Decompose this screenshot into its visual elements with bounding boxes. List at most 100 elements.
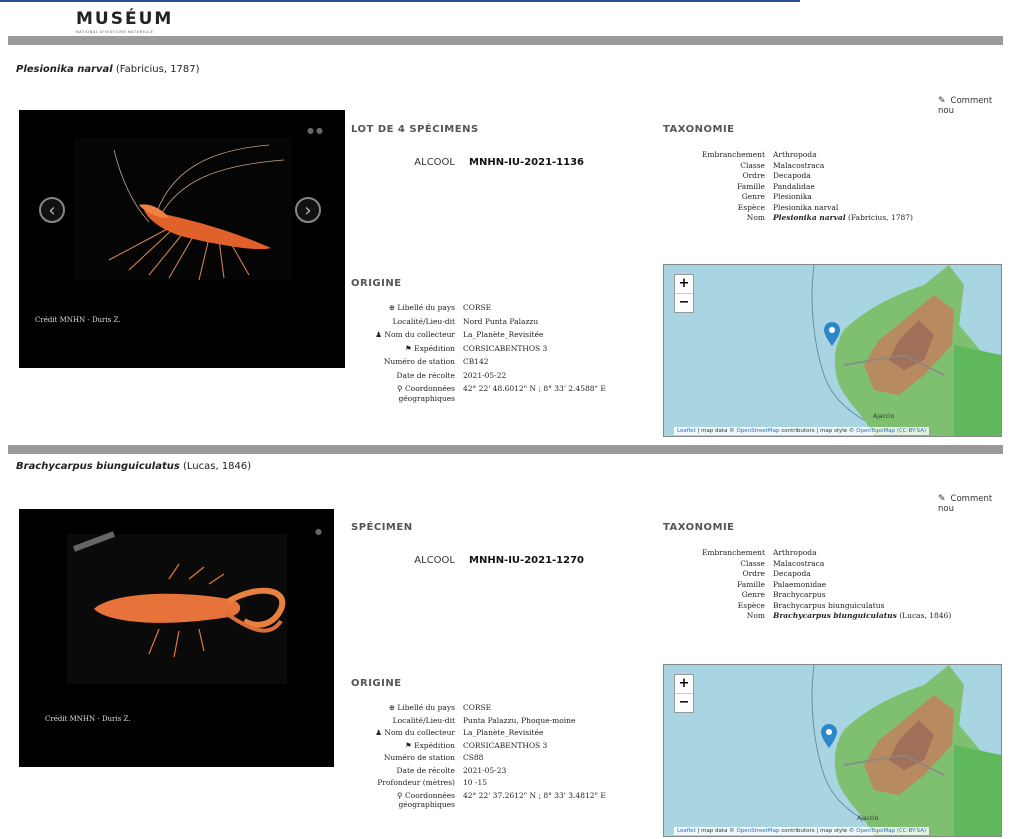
leaflet-link[interactable]: Leaflet — [677, 828, 696, 834]
value-expedition[interactable]: CORSICABENTHOS 3 — [463, 344, 606, 358]
comment-label: Comment nou — [938, 96, 993, 116]
lot-title: SPÉCIMEN — [351, 522, 413, 533]
label-date: Date de récolte — [396, 370, 455, 380]
value-family: Palaemonidae — [773, 579, 827, 589]
location-map[interactable]: + − Ajaccio Leaflet | map data © OpenStr… — [663, 264, 1002, 437]
logo-text: MUSÉUM — [76, 9, 174, 29]
value-genus[interactable]: Plesionika — [773, 192, 913, 203]
label-coords: Coordonnées géographiques — [398, 384, 455, 403]
value-class: Malacostraca — [773, 160, 825, 170]
label-locality: Localité/Lieu-dit — [392, 715, 455, 725]
species-name: Brachycarpus biunguiculatus — [16, 461, 180, 472]
value-country[interactable]: CORSE — [463, 703, 606, 716]
map-attribution: Leaflet | map data © OpenStreetMap contr… — [674, 427, 930, 435]
value-country[interactable]: CORSE — [463, 303, 606, 317]
label-species: Espèce — [737, 202, 765, 212]
map-city-label: Ajaccio — [857, 815, 879, 822]
lot-id[interactable]: MNHN-IU-2021-1270 — [469, 555, 584, 566]
zoom-out-button[interactable]: − — [675, 294, 693, 312]
label-species: Espèce — [737, 600, 765, 610]
map-attribution: Leaflet | map data © OpenStreetMap contr… — [674, 827, 930, 835]
photo-carousel[interactable]: ‹ › ●● Crédit MNHN - Duris Z. — [19, 110, 345, 368]
value-species[interactable]: Plesionika narval — [773, 203, 913, 214]
map-marker-icon[interactable] — [824, 322, 840, 346]
carousel-dots[interactable]: ● — [315, 527, 324, 536]
osm-link[interactable]: OpenStreetMap — [736, 828, 779, 834]
photo-credit: Crédit MNHN - Duris Z. — [35, 316, 121, 324]
label-class: Classe — [740, 558, 765, 568]
license-link[interactable]: (CC-BY-SA) — [895, 428, 926, 434]
label-class: Classe — [740, 160, 765, 170]
photo-credit: Crédit MNHN - Duris Z. — [45, 715, 131, 723]
value-date: 2021-05-23 — [463, 765, 507, 775]
map-pin-icon: ⚲ — [397, 384, 405, 393]
zoom-out-button[interactable]: − — [675, 694, 693, 712]
carousel-dots[interactable]: ●● — [307, 126, 325, 135]
lot-type: ALCOOL — [414, 555, 455, 566]
value-order: Decapoda — [773, 171, 811, 180]
zoom-in-button[interactable]: + — [675, 675, 693, 694]
taxonomy-table: Embranchement Arthropoda Classe Malacostra… — [663, 150, 913, 224]
leaflet-link[interactable]: Leaflet — [677, 428, 696, 434]
label-family: Famille — [737, 181, 765, 191]
logo-subtext: NATIONAL D'HISTOIRE NATURELLE — [76, 30, 154, 34]
chevron-left-icon[interactable]: ‹ — [39, 197, 65, 223]
label-collector: Nom du collecteur — [384, 728, 455, 737]
value-coords: 42° 22' 37.2612" N ; 8° 33' 3.4812" E — [463, 790, 606, 800]
label-collector: Nom du collecteur — [384, 330, 455, 339]
photo-carousel[interactable]: ● Crédit MNHN - Duris Z. — [19, 509, 334, 767]
label-phylum: Embranchement — [701, 548, 765, 557]
otm-link[interactable]: OpenTopoMap — [856, 428, 895, 434]
label-locality: Localité/Lieu-dit — [392, 316, 455, 326]
lot-title: LOT DE 4 SPÉCIMENS — [351, 124, 479, 135]
value-expedition[interactable]: CORSICABENTHOS 3 — [463, 741, 606, 754]
value-genus[interactable]: Brachycarpus — [773, 590, 951, 601]
pencil-icon: ✎ — [938, 96, 946, 106]
value-station[interactable]: CS88 — [463, 753, 606, 766]
label-country: Libellé du pays — [397, 303, 455, 312]
label-station: Numéro de station — [383, 753, 455, 762]
origin-title: ORIGINE — [351, 678, 402, 689]
value-collector[interactable]: La_Planète_Revisitée — [463, 728, 606, 741]
value-coords: 42° 22' 48.6012" N ; 8° 33' 2.4588" E — [463, 384, 606, 393]
map-pin-icon: ⚲ — [397, 790, 405, 800]
value-collector[interactable]: La_Planète_Revisitée — [463, 330, 606, 344]
map-zoom-control[interactable]: + − — [674, 674, 694, 713]
attr-text-2: contributors | map style © — [779, 428, 857, 434]
species-title: Plesionika narval (Fabricius, 1787) — [16, 64, 200, 75]
lot-id[interactable]: MNHN-IU-2021-1136 — [469, 157, 584, 168]
osm-link[interactable]: OpenStreetMap — [736, 428, 779, 434]
comment-link[interactable]: ✎ Comment nou — [938, 96, 1010, 116]
value-date: 2021-05-22 — [463, 370, 507, 380]
value-station[interactable]: CB142 — [463, 357, 606, 371]
specimen-photo — [67, 531, 287, 684]
label-station: Numéro de station — [383, 357, 455, 366]
label-genus: Genre — [741, 192, 765, 201]
value-family: Pandalidae — [773, 181, 815, 191]
value-depth: 10 -15 — [463, 778, 488, 787]
zoom-in-button[interactable]: + — [675, 275, 693, 294]
taxonomy-table: Embranchement Arthropoda Classe Malacostra… — [663, 548, 951, 622]
chevron-right-icon[interactable]: › — [295, 197, 321, 223]
otm-link[interactable]: OpenTopoMap — [856, 828, 895, 834]
value-order: Decapoda — [773, 569, 811, 578]
origin-title: ORIGINE — [351, 278, 402, 289]
museum-logo[interactable]: MUSÉUM NATIONAL D'HISTOIRE NATURELLE — [76, 9, 173, 34]
license-link[interactable]: (CC-BY-SA) — [895, 828, 926, 834]
label-genus: Genre — [741, 590, 765, 599]
label-order: Ordre — [742, 171, 765, 180]
species-author: (Fabricius, 1787) — [115, 64, 200, 75]
label-depth: Profondeur (mètres) — [377, 778, 455, 787]
origin-table: ⊕ Libellé du pays CORSE Localité/Lieu-dit… — [351, 703, 606, 814]
map-city-label: Ajaccio — [873, 413, 895, 420]
attr-text-2: contributors | map style © — [779, 828, 857, 834]
location-map[interactable]: + − Ajaccio Leaflet | map data © OpenStr… — [663, 664, 1002, 837]
lot-row: ALCOOL MNHN-IU-2021-1136 — [351, 150, 584, 169]
comment-link[interactable]: ✎ Comment nou — [938, 494, 1010, 514]
map-tiles — [811, 665, 1001, 836]
map-marker-icon[interactable] — [821, 724, 837, 748]
map-zoom-control[interactable]: + − — [674, 274, 694, 313]
section-divider — [8, 36, 1003, 45]
flag-icon: ⚑ — [404, 343, 415, 353]
value-species[interactable]: Brachycarpus biunguiculatus — [773, 601, 951, 612]
